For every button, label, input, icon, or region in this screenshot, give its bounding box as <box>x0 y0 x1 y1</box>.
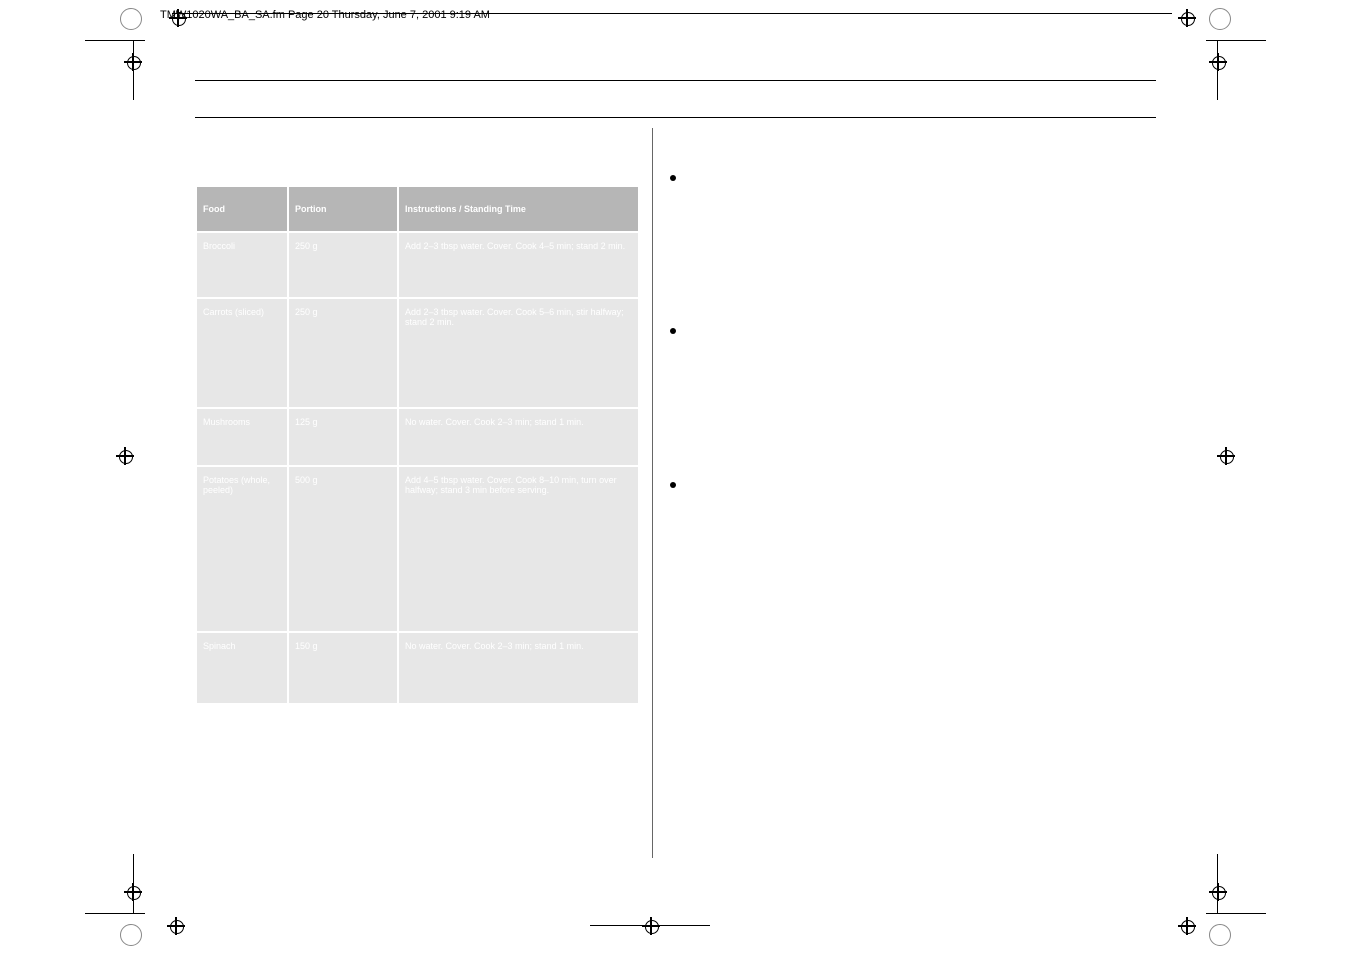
registration-mark-icon <box>1212 56 1224 68</box>
column-divider <box>652 128 653 858</box>
page-number: 20 <box>195 94 208 108</box>
cooking-guide-table: Food Portion Instructions / Standing Tim… <box>195 185 640 705</box>
cell-portion: 250 g <box>289 233 397 297</box>
registration-mark-icon <box>170 920 182 932</box>
registration-mark-icon <box>119 450 131 462</box>
table-row: Broccoli 250 g Add 2–3 tbsp water. Cover… <box>197 233 638 297</box>
section-reheating: Reheating Always check that food is pipi… <box>670 128 1110 200</box>
bullet-icon <box>670 482 676 488</box>
bullet-item: Stir before, during and after heating. T… <box>670 324 1110 353</box>
bullet-text: Stir well and check the temperature care… <box>686 478 1110 507</box>
crop-mark-icon <box>1206 913 1266 914</box>
cell-instructions: No water. Cover. Cook 2–3 min; stand 1 m… <box>399 409 638 465</box>
cell-portion: 150 g <box>289 633 397 703</box>
bullet-text: Spread food in an even layer; cover with… <box>686 171 1110 200</box>
section-reheating-liquids: Reheating Liquids Allow a standing time … <box>670 282 1110 354</box>
bullet-icon <box>670 328 676 334</box>
cell-food: Spinach <box>197 633 287 703</box>
crop-mark-icon <box>85 40 145 41</box>
registration-mark-icon <box>1212 886 1224 898</box>
left-column: Cooking Guide — Fresh Vegetables Use the… <box>195 128 640 705</box>
cell-instructions: Add 2–3 tbsp water. Cover. Cook 5–6 min,… <box>399 299 638 407</box>
cell-instructions: No water. Cover. Cook 2–3 min; stand 1 m… <box>399 633 638 703</box>
cell-food: Broccoli <box>197 233 287 297</box>
table-row: Mushrooms 125 g No water. Cover. Cook 2–… <box>197 409 638 465</box>
section-lead: Remove metal lids; heat in a suitable di… <box>670 453 1110 468</box>
section-lead: Always check that food is piping hot thr… <box>670 146 1110 161</box>
section-heading: Reheating <box>670 128 1110 140</box>
page-rule <box>195 117 1156 118</box>
bullet-text: Stir before, during and after heating. T… <box>686 324 1110 353</box>
table-header: Instructions / Standing Time <box>399 187 638 231</box>
registration-mark-icon <box>1220 450 1232 462</box>
cell-portion: 125 g <box>289 409 397 465</box>
table-row: Potatoes (whole, peeled) 500 g Add 4–5 t… <box>197 467 638 631</box>
cell-food: Potatoes (whole, peeled) <box>197 467 287 631</box>
bullet-icon <box>670 175 676 181</box>
table-row: Spinach 150 g No water. Cover. Cook 2–3 … <box>197 633 638 703</box>
cell-food: Carrots (sliced) <box>197 299 287 407</box>
section-lead: Allow a standing time of at least 20 sec… <box>670 300 1110 315</box>
crop-mark-icon <box>85 913 145 914</box>
right-column: Reheating Always check that food is pipi… <box>670 128 1110 531</box>
section-baby-food: Reheating Baby Food Remove metal lids; h… <box>670 435 1110 507</box>
cell-instructions: Add 2–3 tbsp water. Cover. Cook 4–5 min;… <box>399 233 638 297</box>
section-heading: Reheating Baby Food <box>670 435 1110 447</box>
crop-mark-icon <box>1206 40 1266 41</box>
framemaker-header: TMW1020WA_BA_SA.fm Page 20 Thursday, Jun… <box>160 9 490 21</box>
registration-mark-icon <box>645 920 657 932</box>
table-header: Portion <box>289 187 397 231</box>
table-header: Food <box>197 187 287 231</box>
table-row: Carrots (sliced) 250 g Add 2–3 tbsp wate… <box>197 299 638 407</box>
crop-mark-icon <box>590 925 710 926</box>
printers-mark-icon <box>1209 8 1231 30</box>
section-heading: Reheating Liquids <box>670 282 1110 294</box>
printers-mark-icon <box>1209 924 1231 946</box>
cell-food: Mushrooms <box>197 409 287 465</box>
registration-mark-icon <box>127 886 139 898</box>
registration-mark-icon <box>127 56 139 68</box>
printers-mark-icon <box>120 8 142 30</box>
bullet-item: Stir well and check the temperature care… <box>670 478 1110 507</box>
section-intro: Use the suggested times and power settin… <box>195 146 640 175</box>
page-rule <box>195 80 1156 81</box>
bullet-item: Spread food in an even layer; cover with… <box>670 171 1110 200</box>
registration-mark-icon <box>1181 12 1193 24</box>
printers-mark-icon <box>120 924 142 946</box>
section-title: Cooking Guide — Fresh Vegetables <box>195 128 640 140</box>
registration-mark-icon <box>1181 920 1193 932</box>
cell-instructions: Add 4–5 tbsp water. Cover. Cook 8–10 min… <box>399 467 638 631</box>
cell-portion: 500 g <box>289 467 397 631</box>
cell-portion: 250 g <box>289 299 397 407</box>
